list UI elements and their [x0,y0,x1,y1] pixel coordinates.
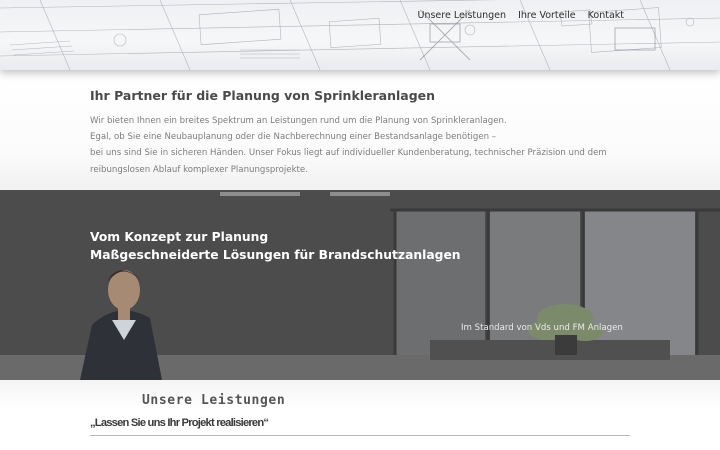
intro-line: Egal, ob Sie eine Neubauplanung oder die… [90,132,497,143]
intro-text: Wir bieten Ihnen ein breites Spektrum an… [90,113,630,178]
section-divider [90,435,630,436]
services-heading: Unsere Leistungen [142,393,286,408]
intro-section: Ihr Partner für die Planung von Sprinkle… [0,70,720,190]
office-photo-image [0,190,720,380]
intro-line: reibungslosen Ablauf komplexer Planungsp… [90,164,308,175]
intro-line: bei uns sind Sie in sicheren Händen. Uns… [90,148,607,159]
hero-headline: Vom Konzept zur Planung [90,230,269,244]
main-navigation: Unsere Leistungen Ihre Vorteile Kontakt [412,9,720,23]
services-section: Unsere Leistungen „Lassen Sie uns Ihr Pr… [0,380,720,450]
nav-link-ihre-vorteile[interactable]: Ihre Vorteile [512,9,582,23]
hero-subheadline: Maßgeschneiderte Lösungen für Brandschut… [90,248,461,262]
services-quote: „Lassen Sie uns Ihr Projekt realisieren“ [90,417,269,429]
header-blueprint-banner: Unsere Leistungen Ihre Vorteile Kontakt [0,0,720,70]
office-hero-section: Vom Konzept zur Planung Maßgeschneiderte… [0,190,720,380]
intro-line: Wir bieten Ihnen ein breites Spektrum an… [90,116,507,126]
nav-link-unsere-leistungen[interactable]: Unsere Leistungen [412,9,513,23]
nav-link-kontakt[interactable]: Kontakt [582,9,720,23]
hero-standard-caption: Im Standard von Vds und FM Anlagen [461,323,623,333]
intro-title: Ihr Partner für die Planung von Sprinkle… [90,88,436,103]
